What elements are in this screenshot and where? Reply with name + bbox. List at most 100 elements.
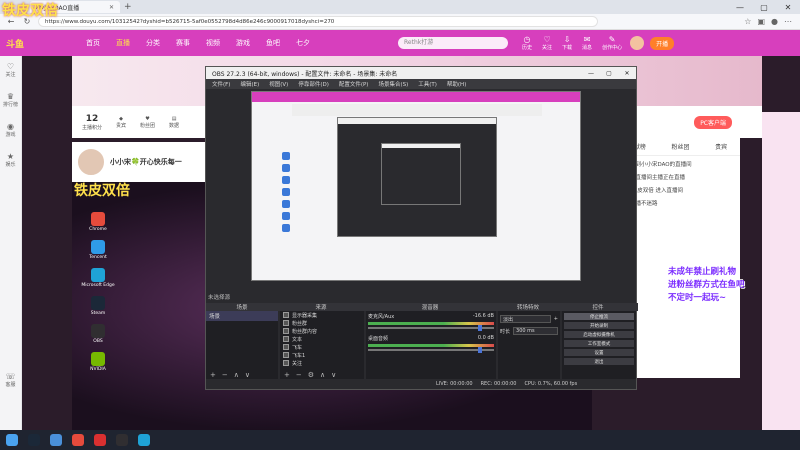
start-live-button[interactable]: 开播 bbox=[650, 36, 675, 50]
channel-db: 0.0 dB bbox=[477, 335, 494, 341]
virtual-camera-button[interactable]: 启动虚拟摄像机 bbox=[564, 331, 634, 338]
data-stat[interactable]: ▤ 数据 bbox=[169, 116, 179, 129]
transition-select[interactable]: 淡出 bbox=[500, 315, 551, 323]
messages-button[interactable]: ✉ 消息 bbox=[582, 35, 592, 51]
remove-icon[interactable]: − bbox=[296, 371, 302, 379]
minimize-button[interactable]: — bbox=[728, 0, 752, 14]
volume-slider[interactable] bbox=[368, 325, 494, 331]
nav-yuba[interactable]: 鱼吧 bbox=[266, 38, 280, 48]
move-down-icon[interactable]: ∨ bbox=[331, 371, 336, 379]
menu-edit[interactable]: 编辑(E) bbox=[240, 80, 259, 88]
stop-streaming-button[interactable]: 停止推流 bbox=[564, 313, 634, 320]
desktop-icon[interactable]: NVIDIA bbox=[68, 352, 128, 372]
source-item[interactable]: 文本 bbox=[280, 335, 364, 343]
follow-button[interactable]: ♡ 关注 bbox=[542, 35, 552, 51]
chrome-icon[interactable] bbox=[72, 434, 84, 446]
move-down-icon[interactable]: ∨ bbox=[245, 371, 250, 379]
creator-center-button[interactable]: ✎ 创作中心 bbox=[602, 35, 622, 51]
menu-profile[interactable]: 配置文件(P) bbox=[339, 80, 369, 88]
streamer-avatar[interactable] bbox=[76, 147, 106, 177]
sidebar-item-service[interactable]: ☏ 客服 bbox=[5, 372, 15, 388]
profile-icon[interactable]: ● bbox=[771, 17, 778, 26]
settings-button[interactable]: 设置 bbox=[564, 349, 634, 356]
obs-icon[interactable] bbox=[116, 434, 128, 446]
menu-help[interactable]: 帮助(H) bbox=[447, 80, 466, 88]
exit-button[interactable]: 退出 bbox=[564, 358, 634, 365]
nav-home[interactable]: 首页 bbox=[86, 38, 100, 48]
source-item[interactable]: 飞车 bbox=[280, 343, 364, 351]
add-icon[interactable]: + bbox=[284, 371, 290, 379]
fans-stat[interactable]: ♥ 粉丝团 bbox=[140, 116, 155, 129]
source-item[interactable]: 飞车1 bbox=[280, 351, 364, 359]
scene-item[interactable]: 场景 bbox=[206, 311, 278, 321]
netease-icon[interactable] bbox=[94, 434, 106, 446]
sidebar-item-rank[interactable]: ♛ 排行榜 bbox=[3, 92, 18, 108]
url-input[interactable]: https://www.douyu.com/10312542?dyshid=b5… bbox=[38, 16, 598, 27]
close-tab-icon[interactable]: ✕ bbox=[109, 4, 114, 11]
site-search-input[interactable]: Rethk打游 bbox=[398, 37, 508, 49]
desktop-icon[interactable]: Chrome bbox=[68, 212, 128, 232]
source-item[interactable]: 粉丝群 bbox=[280, 319, 364, 327]
studio-mode-button[interactable]: 工作室模式 bbox=[564, 340, 634, 347]
tab-vip[interactable]: 贵宾 bbox=[715, 142, 727, 151]
collections-icon[interactable]: ▣ bbox=[757, 17, 765, 26]
history-button[interactable]: ◷ 历史 bbox=[522, 35, 532, 51]
new-tab-button[interactable]: + bbox=[124, 2, 132, 12]
start-recording-button[interactable]: 开始录制 bbox=[564, 322, 634, 329]
close-button[interactable]: ✕ bbox=[776, 0, 800, 14]
obs-close-button[interactable]: ✕ bbox=[618, 70, 636, 77]
sources-toolbar: + − ⚙ ∧ ∨ bbox=[284, 371, 336, 379]
site-header: 斗鱼 首页 直播 分类 赛事 视频 游戏 鱼吧 七夕 Rethk打游 ◷ 历史 ♡… bbox=[0, 30, 800, 56]
steam-icon[interactable] bbox=[28, 434, 40, 446]
pc-client-button[interactable]: PC客户端 bbox=[694, 115, 732, 129]
source-item[interactable]: 显示器采集 bbox=[280, 311, 364, 319]
desktop-icon[interactable]: OBS bbox=[68, 324, 128, 344]
header-icons: ◷ 历史 ♡ 关注 ⇩ 下载 ✉ 消息 ✎ 创作中心 bbox=[522, 35, 622, 51]
headset-icon: ☏ bbox=[5, 372, 16, 381]
obs-minimize-button[interactable]: — bbox=[582, 70, 600, 77]
nav-games[interactable]: 游戏 bbox=[236, 38, 250, 48]
menu-tools[interactable]: 工具(T) bbox=[418, 80, 437, 88]
sidebar-item-follow[interactable]: ♡ 关注 bbox=[5, 62, 15, 78]
remove-icon[interactable]: − bbox=[222, 371, 228, 379]
vip-stat[interactable]: ◆ 贵宾 bbox=[116, 116, 126, 129]
text-icon bbox=[283, 344, 289, 350]
nav-live[interactable]: 直播 bbox=[116, 38, 130, 48]
rank-stat[interactable]: 12 主播积分 bbox=[82, 114, 102, 131]
menu-view[interactable]: 视图(V) bbox=[269, 80, 288, 88]
source-item[interactable]: 粉丝群内容 bbox=[280, 327, 364, 335]
star-icon[interactable]: ☆ bbox=[744, 17, 751, 26]
source-item[interactable]: 关注 bbox=[280, 359, 364, 367]
nav-category[interactable]: 分类 bbox=[146, 38, 160, 48]
nav-qixi[interactable]: 七夕 bbox=[296, 38, 310, 48]
desktop-icon[interactable]: Steam bbox=[68, 296, 128, 316]
move-up-icon[interactable]: ∧ bbox=[320, 371, 325, 379]
nav-events[interactable]: 赛事 bbox=[176, 38, 190, 48]
desktop-icon[interactable]: Microsoft Edge bbox=[68, 268, 128, 288]
nav-video[interactable]: 视频 bbox=[206, 38, 220, 48]
volume-slider[interactable] bbox=[368, 347, 494, 353]
menu-scene-collection[interactable]: 场景集合(S) bbox=[378, 80, 408, 88]
obs-preview[interactable] bbox=[251, 91, 581, 281]
start-icon[interactable] bbox=[6, 434, 18, 446]
dock-mixer-title: 混音器 bbox=[421, 305, 439, 311]
edge-icon[interactable] bbox=[138, 434, 150, 446]
sidebar-item-games[interactable]: ◉ 游戏 bbox=[5, 122, 15, 138]
menu-docks[interactable]: 停靠部件(D) bbox=[298, 80, 329, 88]
download-button[interactable]: ⇩ 下载 bbox=[562, 35, 572, 51]
tencent-icon[interactable] bbox=[50, 434, 62, 446]
menu-icon[interactable]: ⋯ bbox=[784, 17, 792, 26]
menu-file[interactable]: 文件(F) bbox=[212, 80, 230, 88]
maximize-button[interactable]: ▢ bbox=[752, 0, 776, 14]
avatar[interactable] bbox=[630, 36, 645, 50]
add-transition-icon[interactable]: + bbox=[554, 316, 558, 322]
site-logo[interactable]: 斗鱼 bbox=[0, 30, 78, 56]
add-icon[interactable]: + bbox=[210, 371, 216, 379]
desktop-icon[interactable]: Tencent bbox=[68, 240, 128, 260]
tab-fans[interactable]: 粉丝团 bbox=[671, 142, 689, 151]
sidebar-item-entertainment[interactable]: ★ 娱乐 bbox=[5, 152, 15, 168]
move-up-icon[interactable]: ∧ bbox=[234, 371, 239, 379]
gear-icon[interactable]: ⚙ bbox=[308, 371, 314, 379]
duration-input[interactable]: 300 ms bbox=[513, 327, 558, 335]
obs-maximize-button[interactable]: ▢ bbox=[600, 70, 618, 77]
